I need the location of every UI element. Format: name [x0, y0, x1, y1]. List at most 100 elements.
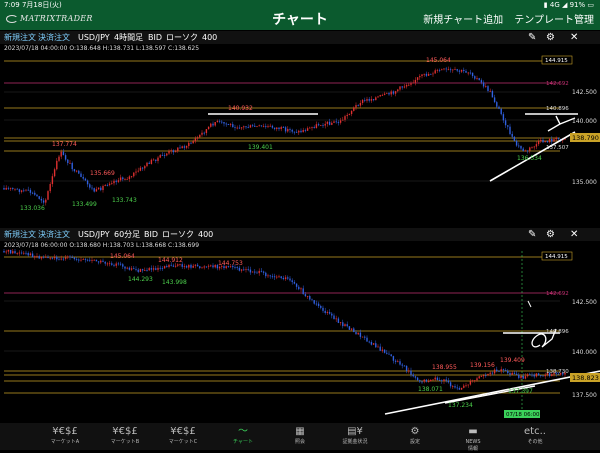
pencil-icon[interactable]: ✎ [528, 31, 536, 44]
candle-body [414, 376, 417, 378]
chart2-pair-select[interactable]: USD/JPY [78, 228, 110, 241]
chart2-price-tag-text: 140.896 [546, 329, 569, 335]
candle-body [515, 373, 518, 375]
tab-news[interactable]: ▬ NEWS 情報 [448, 423, 498, 452]
gear-icon[interactable]: ⚙ [546, 228, 555, 241]
candle-body [445, 68, 447, 70]
chart1-settle-order-button[interactable]: 決済注文 [38, 31, 70, 44]
candle-body [234, 267, 236, 268]
candle-body [366, 99, 368, 101]
candle-body [5, 251, 7, 253]
chart2-high-label: 145.064 [110, 253, 135, 260]
candle-body [289, 278, 291, 281]
candle-body [434, 377, 436, 380]
candle-body [199, 266, 201, 269]
candle-body [12, 251, 14, 254]
candle-body [553, 139, 555, 142]
candle-body [280, 276, 282, 278]
candle-body [298, 286, 300, 290]
candle-body [9, 187, 12, 189]
chart2-settle-order-button[interactable]: 決済注文 [38, 228, 70, 241]
candle-body [210, 123, 212, 127]
candle-body [157, 157, 159, 162]
candle-body [47, 191, 49, 200]
candle-body [317, 124, 320, 126]
candle-body [45, 256, 47, 258]
candle-body [179, 147, 181, 149]
candle-body [476, 378, 478, 381]
chart1-timeframe-select[interactable]: 4時間足 [114, 31, 143, 44]
candle-body [12, 187, 14, 189]
candle-body [436, 69, 439, 71]
chart1-count-select[interactable]: 400 [202, 31, 217, 44]
tab-market-b[interactable]: ¥€$£ マーケットB [100, 423, 150, 450]
candle-body [117, 263, 120, 265]
chart2-bid-select[interactable]: BID [144, 228, 158, 241]
more-icon: etc.. [524, 426, 546, 437]
candle-body [181, 264, 183, 267]
candle-body [3, 188, 5, 190]
candle-body [170, 150, 172, 152]
candle-body [542, 375, 544, 377]
candle-body [397, 89, 399, 92]
candle-body [73, 169, 76, 172]
chart2-count-select[interactable]: 400 [198, 228, 213, 241]
candle-body [7, 250, 10, 252]
candle-body [304, 294, 307, 297]
close-icon[interactable]: ✕ [570, 31, 578, 44]
candle-body [5, 187, 7, 190]
candle-body [27, 189, 29, 191]
chart2-timeframe-select[interactable]: 60分足 [114, 228, 140, 241]
candle-body [106, 185, 109, 186]
candle-body [137, 269, 139, 272]
candle-body [535, 144, 538, 147]
candle-body [383, 349, 386, 353]
candle-body [188, 264, 190, 268]
chart1-candle-select[interactable]: ローソク [166, 31, 198, 44]
chart2-new-order-button[interactable]: 新規注文 [4, 228, 36, 241]
chart1-pair-select[interactable]: USD/JPY [78, 31, 110, 44]
chart2-area[interactable]: 145.064 144.293 144.912 143.998 144.753 … [0, 248, 600, 421]
tab-margin-status[interactable]: ▤¥ 証拠金状況 [330, 423, 380, 450]
add-chart-link[interactable]: 新規チャート追加 [423, 15, 503, 26]
candle-body [16, 188, 18, 190]
candle-body [317, 303, 320, 306]
tab-market-a[interactable]: ¥€$£ マーケットA [40, 423, 90, 450]
tab-settings[interactable]: ⚙ 設定 [390, 423, 440, 450]
candle-body [291, 129, 293, 132]
candle-body [183, 146, 186, 148]
candle-body [500, 108, 502, 115]
pencil-icon[interactable]: ✎ [528, 228, 536, 241]
tab-inquiry[interactable]: ▦ 照会 [275, 423, 325, 450]
chart1-price-tag-text: 144.915 [545, 58, 568, 64]
candle-body [174, 265, 177, 267]
chart2-candle-select[interactable]: ローソク [162, 228, 194, 241]
candle-body [379, 95, 381, 97]
candle-body [364, 336, 366, 338]
candle-body [436, 377, 439, 380]
candle-body [172, 150, 175, 153]
candle-body [124, 266, 126, 269]
tab-others[interactable]: etc.. その他 [510, 423, 560, 450]
chart1-new-order-button[interactable]: 新規注文 [4, 31, 36, 44]
chart1-bid-select[interactable]: BID [148, 31, 162, 44]
candle-body [416, 77, 419, 80]
gear-icon[interactable]: ⚙ [546, 31, 555, 44]
candle-body [449, 69, 452, 71]
chart1-low-label: 133.499 [72, 201, 97, 208]
chart1-area[interactable]: 137.774 135.669 133.036 133.499 133.743 … [0, 52, 600, 226]
candle-body [18, 252, 21, 254]
candle-body [509, 126, 511, 134]
candle-body [399, 361, 401, 365]
candle-body [225, 123, 227, 125]
tab-chart[interactable]: 〜チャート [218, 423, 268, 450]
tab-market-c[interactable]: ¥€$£ マーケットC [158, 423, 208, 450]
candle-body [537, 373, 540, 376]
candle-body [403, 86, 406, 88]
template-manage-link[interactable]: テンプレート管理 [514, 15, 594, 26]
candle-body [381, 349, 384, 351]
close-icon[interactable]: ✕ [570, 228, 578, 241]
candle-body [392, 91, 395, 94]
candle-body [465, 71, 467, 73]
candle-body [372, 99, 375, 101]
